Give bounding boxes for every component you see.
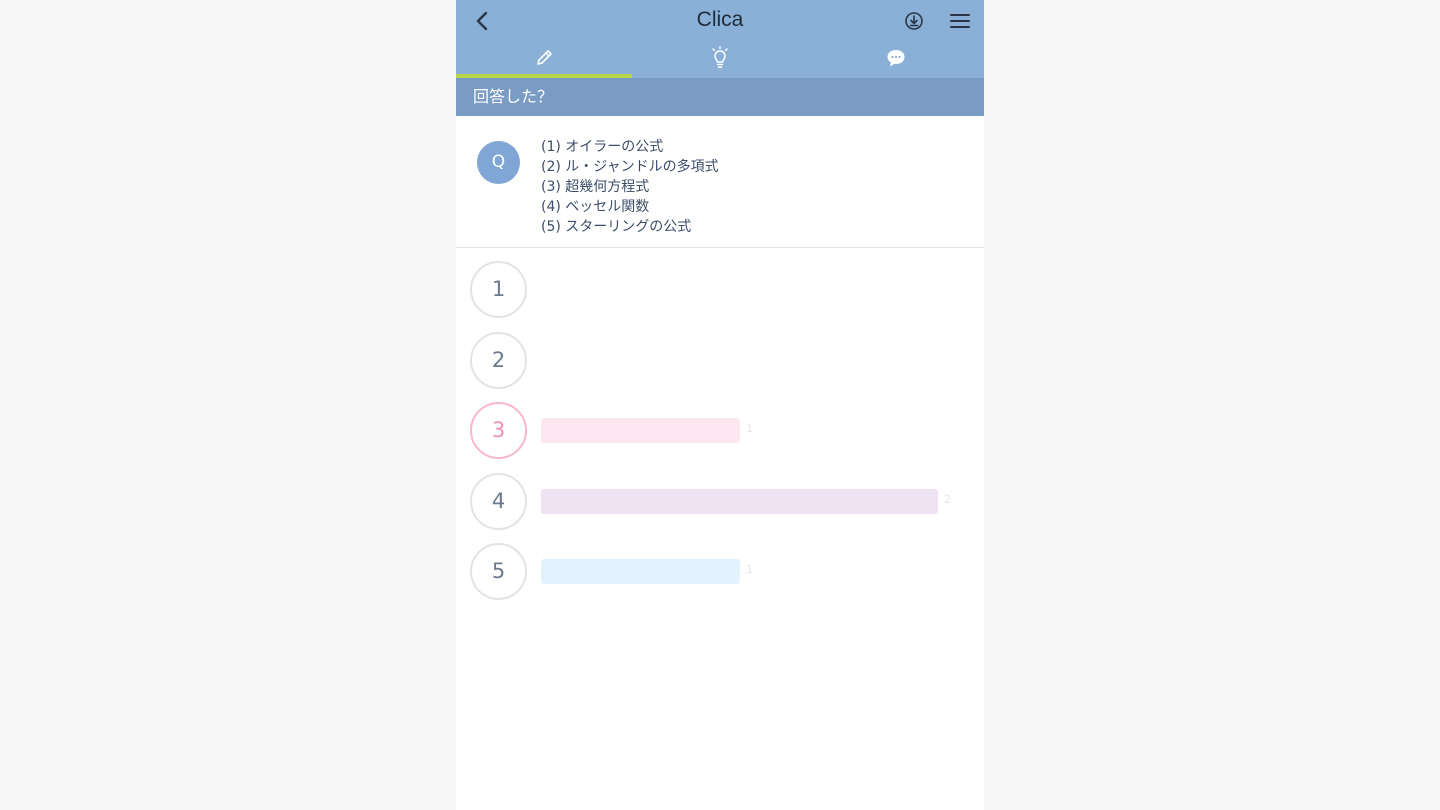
menu-button[interactable] bbox=[946, 10, 974, 36]
download-button[interactable] bbox=[901, 10, 927, 36]
question-line: (5) スターリングの公式 bbox=[541, 219, 692, 235]
answer-option: 4 2 bbox=[456, 472, 984, 532]
app-screen: Clica 回答した？ Q (1) オイラーの公式 (2) ル・ジャンドルの多項… bbox=[456, 0, 984, 810]
option-button[interactable]: 3 bbox=[470, 402, 527, 459]
answer-option: 3 1 bbox=[456, 401, 984, 461]
option-result-bar bbox=[541, 489, 938, 514]
chat-bubble-icon bbox=[886, 48, 906, 72]
question-line: (2) ル・ジャンドルの多項式 bbox=[541, 159, 719, 175]
question-line: (3) 超幾何方程式 bbox=[541, 179, 650, 195]
question-panel: Q (1) オイラーの公式 (2) ル・ジャンドルの多項式 (3) 超幾何方程式… bbox=[456, 116, 984, 248]
answer-option: 2 bbox=[456, 331, 984, 391]
tab-ideas[interactable] bbox=[632, 42, 808, 78]
question-line: (4) ベッセル関数 bbox=[541, 199, 650, 215]
tab-answer[interactable] bbox=[456, 42, 632, 78]
question-text: (1) オイラーの公式 (2) ル・ジャンドルの多項式 (3) 超幾何方程式 (… bbox=[541, 137, 961, 237]
download-icon bbox=[904, 11, 924, 35]
pencil-icon bbox=[534, 48, 554, 72]
section-title: 回答した？ bbox=[456, 78, 984, 116]
option-count: 2 bbox=[944, 493, 951, 506]
option-result-bar bbox=[541, 559, 740, 584]
option-button[interactable]: 4 bbox=[470, 473, 527, 530]
option-button[interactable]: 5 bbox=[470, 543, 527, 600]
option-button[interactable]: 1 bbox=[470, 261, 527, 318]
option-result-bar bbox=[541, 418, 740, 443]
question-badge: Q bbox=[477, 141, 520, 184]
answer-option: 1 bbox=[456, 260, 984, 320]
option-count: 1 bbox=[746, 563, 753, 576]
option-button[interactable]: 2 bbox=[470, 332, 527, 389]
answer-option: 5 1 bbox=[456, 542, 984, 602]
tab-comments[interactable] bbox=[808, 42, 984, 78]
option-count: 1 bbox=[746, 422, 753, 435]
question-line: (1) オイラーの公式 bbox=[541, 139, 664, 155]
hamburger-menu-icon bbox=[950, 13, 970, 33]
lightbulb-icon bbox=[710, 45, 730, 74]
app-header: Clica bbox=[456, 0, 984, 78]
